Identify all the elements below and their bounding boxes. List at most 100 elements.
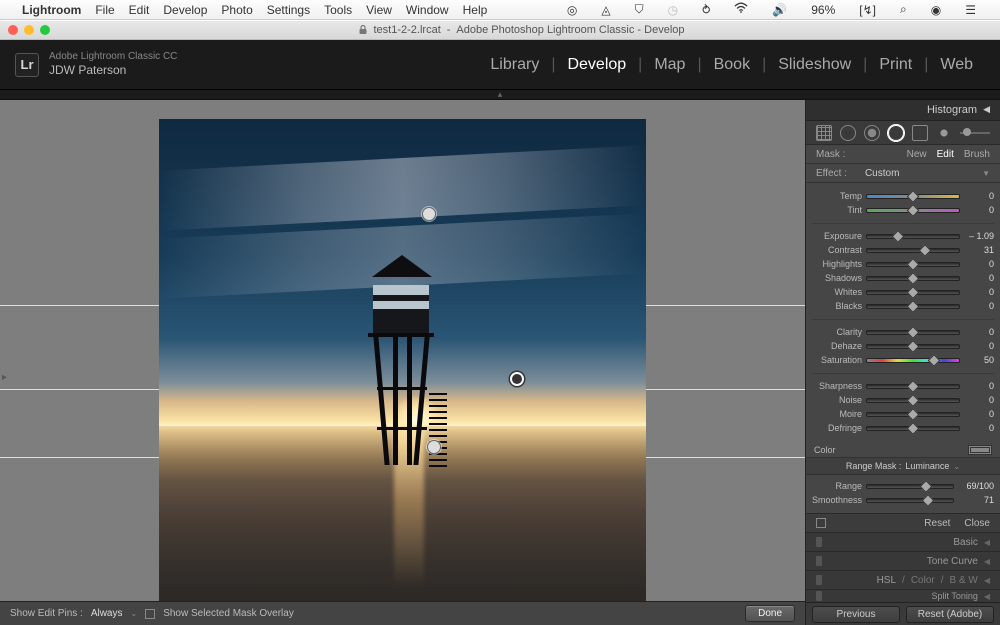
slider-blacks[interactable] xyxy=(866,304,960,309)
module-picker: Library| Develop| Map| Book| Slideshow| … xyxy=(478,56,985,74)
module-book[interactable]: Book xyxy=(702,56,762,74)
menu-file[interactable]: File xyxy=(95,3,114,17)
slider-value-defringe[interactable]: 0 xyxy=(964,423,994,433)
slider-value-noise[interactable]: 0 xyxy=(964,395,994,405)
siri-icon[interactable]: ◉ xyxy=(931,3,941,17)
reset-adobe-button[interactable]: Reset (Adobe) xyxy=(906,606,994,623)
volume-icon[interactable]: 🔊 xyxy=(772,3,787,17)
mask-new-button[interactable]: New xyxy=(907,149,927,160)
menu-develop[interactable]: Develop xyxy=(163,3,207,17)
graduated-filter-tool-icon[interactable] xyxy=(888,125,904,141)
slider-value-exposure[interactable]: – 1.09 xyxy=(964,231,994,241)
slider-noise[interactable] xyxy=(866,398,960,403)
notifications-icon[interactable]: ☰ xyxy=(965,3,976,17)
slider-exposure[interactable] xyxy=(866,234,960,239)
show-pins-dropdown[interactable]: Always xyxy=(91,608,123,619)
menu-help[interactable]: Help xyxy=(463,3,488,17)
adjustment-brush-tool-icon[interactable] xyxy=(936,125,952,141)
slider-temp[interactable] xyxy=(866,194,960,199)
redeye-tool-icon[interactable] xyxy=(864,125,880,141)
slider-sharpness[interactable] xyxy=(866,384,960,389)
module-map[interactable]: Map xyxy=(642,56,697,74)
overlay-checkbox[interactable] xyxy=(145,609,155,619)
slider-value-smoothness[interactable]: 71 xyxy=(958,495,994,505)
menu-edit[interactable]: Edit xyxy=(129,3,150,17)
slider-whites[interactable] xyxy=(866,290,960,295)
color-swatch-icon[interactable] xyxy=(968,445,992,455)
histogram-panel-header[interactable]: Histogram ◀ xyxy=(806,100,1000,121)
module-develop[interactable]: Develop xyxy=(555,56,638,74)
window-close-button[interactable] xyxy=(8,25,18,35)
edit-pin-selected[interactable] xyxy=(510,372,524,386)
tool-amount-slider[interactable] xyxy=(960,132,990,134)
slider-value-shadows[interactable]: 0 xyxy=(964,273,994,283)
slider-range[interactable] xyxy=(866,484,954,489)
module-web[interactable]: Web xyxy=(928,56,985,74)
slider-saturation[interactable] xyxy=(866,358,960,363)
canvas-area[interactable]: ▸ xyxy=(0,100,805,625)
slider-value-tint[interactable]: 0 xyxy=(964,205,994,215)
module-print[interactable]: Print xyxy=(867,56,924,74)
clock-icon[interactable]: ◷ xyxy=(668,3,678,17)
shield-icon[interactable]: ⛉ xyxy=(635,2,644,17)
section-basic[interactable]: Basic◀ xyxy=(806,532,1000,551)
slider-value-temp[interactable]: 0 xyxy=(964,191,994,201)
radial-filter-tool-icon[interactable] xyxy=(912,125,928,141)
top-panel-toggle[interactable]: ▴ xyxy=(0,90,1000,100)
slider-value-whites[interactable]: 0 xyxy=(964,287,994,297)
slider-label-dehaze: Dehaze xyxy=(812,341,862,351)
status-icon[interactable]: ◬ xyxy=(601,3,610,17)
slider-tint[interactable] xyxy=(866,208,960,213)
menu-settings[interactable]: Settings xyxy=(267,3,310,17)
color-picker-row[interactable]: Color xyxy=(806,443,1000,458)
menu-app-name[interactable]: Lightroom xyxy=(22,3,81,17)
window-minimize-button[interactable] xyxy=(24,25,34,35)
slider-defringe[interactable] xyxy=(866,426,960,431)
slider-contrast[interactable] xyxy=(866,248,960,253)
slider-value-saturation[interactable]: 50 xyxy=(964,355,994,365)
identity-plate[interactable]: JDW Paterson xyxy=(49,63,177,77)
slider-moire[interactable] xyxy=(866,412,960,417)
section-tone-curve[interactable]: Tone Curve◀ xyxy=(806,551,1000,570)
image-preview[interactable] xyxy=(159,119,646,606)
mask-edit-button[interactable]: Edit xyxy=(937,149,954,160)
slider-clarity[interactable] xyxy=(866,330,960,335)
menu-photo[interactable]: Photo xyxy=(221,3,252,17)
toggle-switch-icon[interactable] xyxy=(816,518,826,528)
slider-label-blacks: Blacks xyxy=(812,301,862,311)
spot-removal-tool-icon[interactable] xyxy=(840,125,856,141)
module-slideshow[interactable]: Slideshow xyxy=(766,56,863,74)
reset-button[interactable]: Reset xyxy=(924,518,950,529)
section-split-toning[interactable]: Split Toning◀ xyxy=(806,589,1000,602)
slider-value-highlights[interactable]: 0 xyxy=(964,259,994,269)
slider-highlights[interactable] xyxy=(866,262,960,267)
menu-view[interactable]: View xyxy=(366,3,392,17)
status-icon[interactable]: ◎ xyxy=(567,3,577,17)
slider-value-contrast[interactable]: 31 xyxy=(964,245,994,255)
slider-smoothness[interactable] xyxy=(866,498,954,503)
slider-value-blacks[interactable]: 0 xyxy=(964,301,994,311)
effect-preset-row[interactable]: Effect : Custom ▼ xyxy=(806,164,1000,183)
slider-value-dehaze[interactable]: 0 xyxy=(964,341,994,351)
slider-value-moire[interactable]: 0 xyxy=(964,409,994,419)
slider-dehaze[interactable] xyxy=(866,344,960,349)
crop-tool-icon[interactable] xyxy=(816,125,832,141)
close-button[interactable]: Close xyxy=(964,518,990,529)
slider-value-range[interactable]: 69/100 xyxy=(958,481,994,491)
menu-window[interactable]: Window xyxy=(406,3,449,17)
window-zoom-button[interactable] xyxy=(40,25,50,35)
menu-tools[interactable]: Tools xyxy=(324,3,352,17)
wifi-icon[interactable] xyxy=(734,1,748,18)
slider-shadows[interactable] xyxy=(866,276,960,281)
slider-value-clarity[interactable]: 0 xyxy=(964,327,994,337)
slider-value-sharpness[interactable]: 0 xyxy=(964,381,994,391)
section-hsl[interactable]: HSL/ Color/ B & W ◀ xyxy=(806,570,1000,589)
done-button[interactable]: Done xyxy=(745,605,795,622)
module-library[interactable]: Library xyxy=(478,56,551,74)
sync-icon[interactable]: ⥁ xyxy=(702,3,710,17)
range-mask-header[interactable]: Range Mask : Luminance ⌄ xyxy=(806,458,1000,475)
mask-brush-button[interactable]: Brush xyxy=(964,149,990,160)
spotlight-icon[interactable]: ⌕ xyxy=(900,2,907,17)
edit-pin[interactable] xyxy=(422,207,436,221)
previous-button[interactable]: Previous xyxy=(812,606,900,623)
